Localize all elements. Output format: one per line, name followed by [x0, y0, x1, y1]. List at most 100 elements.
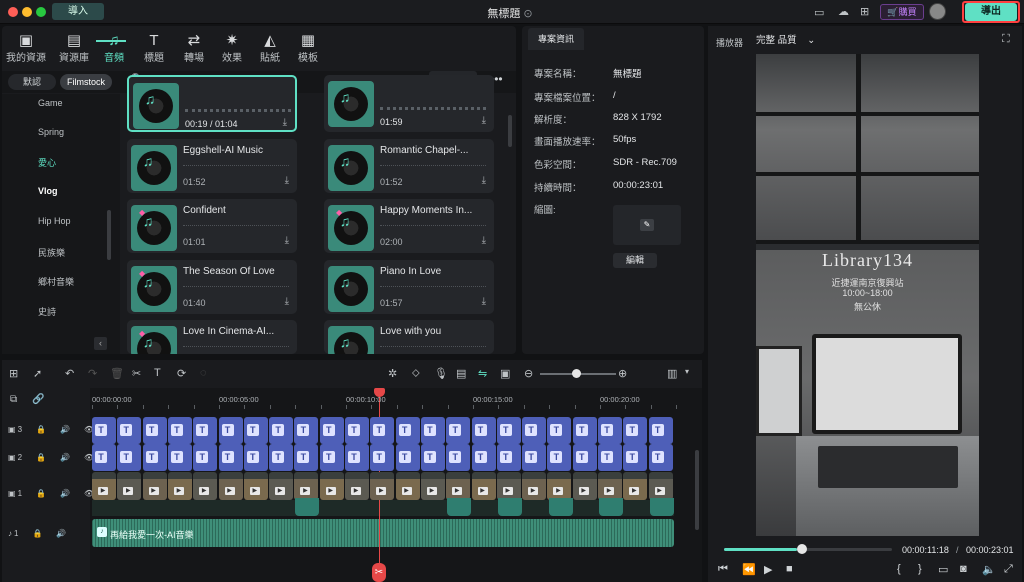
volume-icon[interactable]: 🔊	[56, 529, 66, 538]
title-clip[interactable]: T	[218, 444, 243, 471]
select-pointer-icon[interactable]: ➚	[33, 367, 42, 380]
link-icon[interactable]: 🔗	[32, 394, 44, 405]
title-clip[interactable]: T	[572, 444, 597, 471]
title-clip[interactable]: T	[167, 444, 192, 471]
play-icon[interactable]: ▶	[764, 563, 772, 576]
video-clip[interactable]: 0.5 ▶	[370, 472, 395, 500]
video-clip[interactable]: 0.5 ▶	[496, 472, 521, 500]
music-card[interactable]: ♫ ◆ Confident 01:01 ⤓	[127, 199, 297, 253]
maximize-window-button[interactable]	[36, 7, 46, 17]
title-clip[interactable]: T	[294, 417, 319, 444]
undo-icon[interactable]: ↶	[65, 367, 74, 380]
category-item[interactable]: Game	[38, 98, 63, 108]
title-clip[interactable]: T	[243, 417, 268, 444]
chevron-down-icon[interactable]: ▾	[685, 367, 689, 376]
video-clip[interactable]: 0.5 ▶	[623, 472, 648, 500]
title-clip[interactable]: T	[269, 444, 294, 471]
tab-project-info[interactable]: 專案資訊	[528, 28, 584, 50]
grid-icon[interactable]: ⊞	[860, 5, 869, 18]
category-item[interactable]: Spring	[38, 127, 64, 137]
title-clip[interactable]: T	[319, 444, 344, 471]
title-clip[interactable]: T	[623, 444, 648, 471]
video-clip[interactable]: 0.5 ▶	[142, 472, 167, 500]
title-clip[interactable]: T	[142, 444, 167, 471]
video-clip[interactable]: 0.5 ▶	[92, 472, 116, 500]
previous-frame-icon[interactable]: ⏮	[718, 563, 728, 576]
title-clip[interactable]: T	[243, 444, 268, 471]
title-clip[interactable]: T	[167, 417, 192, 444]
title-clip[interactable]: T	[294, 444, 319, 471]
tool-template[interactable]: ▦ 模板	[286, 32, 330, 64]
add-track-icon[interactable]: ⧉	[10, 394, 17, 405]
title-clip[interactable]: T	[395, 444, 420, 471]
mark-in-icon[interactable]: {	[897, 563, 901, 575]
download-icon[interactable]: ⤓	[482, 115, 486, 126]
music-card[interactable]: ♫ ◆ Happy Moments In... 02:00 ⤓	[324, 199, 494, 253]
title-clip[interactable]: T	[471, 444, 496, 471]
title-clip[interactable]: T	[598, 444, 622, 471]
video-clip[interactable]: 0.5 ▶	[319, 472, 344, 500]
category-item[interactable]: Hip Hop	[38, 216, 71, 226]
category-item[interactable]: 史詩	[38, 305, 56, 318]
scissors-icon[interactable]: ✂	[132, 367, 141, 380]
tool-library[interactable]: ▤ 資源庫	[52, 32, 96, 64]
title-clip[interactable]: T	[648, 444, 673, 471]
scissors-icon[interactable]: ✂	[372, 563, 386, 582]
tab-filmstock[interactable]: Filmstock	[60, 74, 112, 90]
title-clip[interactable]: T	[623, 417, 648, 444]
import-button[interactable]: 導入	[52, 3, 104, 20]
lock-icon[interactable]: 🔒	[36, 425, 46, 434]
title-clip[interactable]: T	[496, 444, 521, 471]
edit-thumbnail-button[interactable]: 編輯	[613, 253, 657, 268]
category-item[interactable]: 鄉村音樂	[38, 275, 74, 288]
title-clip[interactable]: T	[92, 444, 116, 471]
title-clip[interactable]: T	[193, 444, 218, 471]
close-window-button[interactable]	[8, 7, 18, 17]
video-clip[interactable]: 0.5 ▶	[446, 472, 471, 500]
microphone-icon[interactable]: 🎙	[434, 367, 448, 380]
tab-default[interactable]: 默認	[8, 74, 56, 90]
title-clip[interactable]: T	[522, 444, 547, 471]
caption-icon[interactable]: ▣	[500, 367, 510, 380]
title-clip[interactable]: T	[420, 444, 445, 471]
mark-out-icon[interactable]: }	[918, 563, 922, 575]
stop-icon[interactable]: ■	[786, 563, 793, 575]
volume-icon[interactable]: 🔈	[982, 563, 996, 576]
collapse-panel-button[interactable]: ‹	[94, 337, 107, 350]
music-card[interactable]: ♫ ◆ The Season Of Love 01:40 ⤓	[127, 260, 297, 314]
title-clip[interactable]: T	[193, 417, 218, 444]
pencil-icon[interactable]: ✎	[640, 219, 654, 231]
layout-icon[interactable]: ▭	[814, 6, 824, 19]
title-clip[interactable]: T	[370, 417, 395, 444]
title-clip[interactable]: T	[345, 417, 369, 444]
title-clip[interactable]: T	[142, 417, 167, 444]
music-card[interactable]: ♫ Love with you	[324, 320, 494, 354]
title-clip[interactable]: T	[446, 417, 471, 444]
video-clip[interactable]: 0.5 ▶	[395, 472, 420, 500]
auto-sync-icon[interactable]: ⇋	[478, 367, 487, 380]
music-card[interactable]: ♫ Romantic Chapel-... 01:52 ⤓	[324, 139, 494, 193]
video-preview[interactable]: Library134 近捷運南京復興站 10:00~18:00 無公休	[756, 54, 979, 536]
redo-icon[interactable]: ↷	[88, 367, 97, 380]
download-icon[interactable]: ⤓	[285, 235, 289, 246]
cloud-upload-icon[interactable]: ☁	[838, 5, 849, 18]
music-card[interactable]: ♫ 01:59 ⤓	[324, 75, 494, 132]
video-clip[interactable]: 0.5 ▶	[648, 472, 673, 500]
buy-button[interactable]: 🛒購買	[880, 4, 924, 20]
title-clip[interactable]: T	[496, 417, 521, 444]
video-clip[interactable]: 0.5 ▶	[243, 472, 268, 500]
video-clip[interactable]: 0.5 ▶	[598, 472, 622, 500]
layout-grid-icon[interactable]: ⊞	[9, 367, 18, 380]
volume-icon[interactable]: 🔊	[60, 425, 70, 434]
category-scrollbar[interactable]	[107, 210, 111, 260]
music-card[interactable]: ♫ ◆ Love In Cinema-AI...	[127, 320, 297, 354]
video-clip[interactable]: 0.5 ▶	[471, 472, 496, 500]
marker-icon[interactable]: ⬦	[412, 367, 420, 380]
title-clip[interactable]: T	[420, 417, 445, 444]
category-item[interactable]: Vlog	[38, 186, 58, 196]
lock-icon[interactable]: 🔒	[36, 453, 46, 462]
music-list-scrollbar[interactable]	[508, 115, 512, 147]
zoom-in-icon[interactable]: ⊕	[618, 367, 627, 380]
avatar[interactable]	[929, 3, 946, 20]
video-clip[interactable]: 0.5 ▶	[572, 472, 597, 500]
